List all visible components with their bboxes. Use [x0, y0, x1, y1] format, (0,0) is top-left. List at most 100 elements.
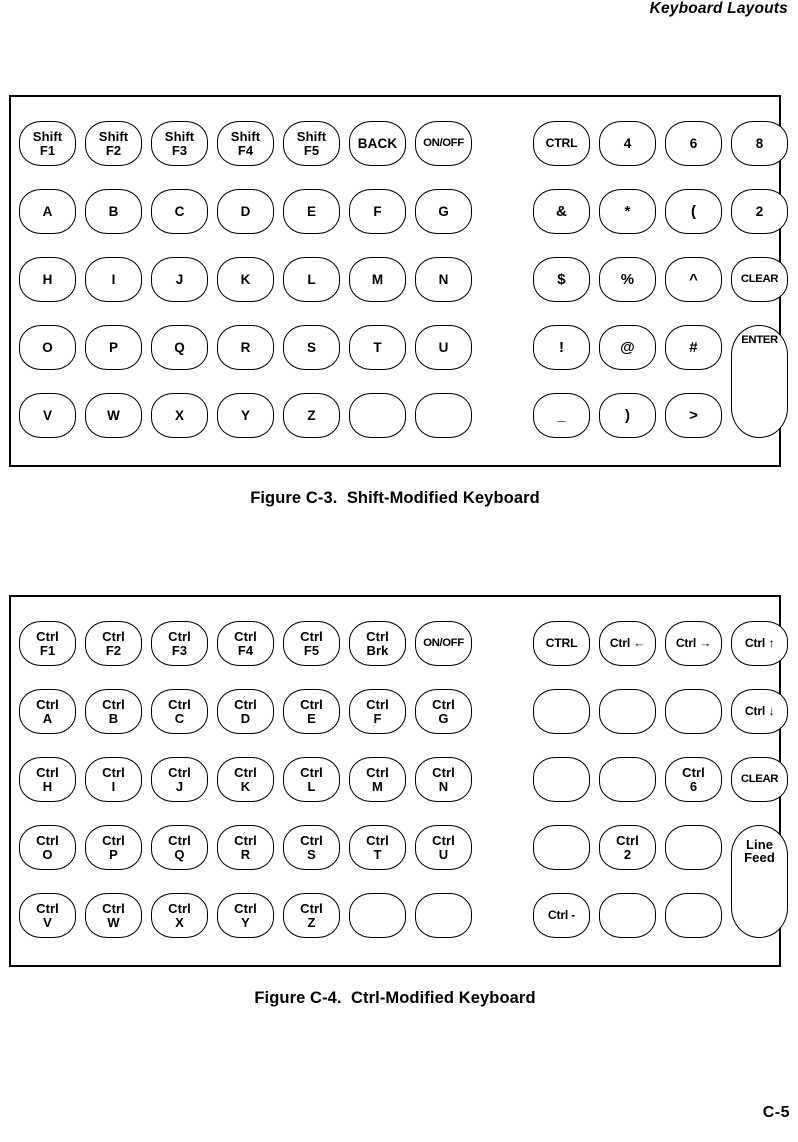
key[interactable]: Ctrl Brk — [349, 621, 406, 666]
key[interactable]: ON/OFF — [415, 621, 472, 666]
key[interactable]: Ctrl X — [151, 893, 208, 938]
key[interactable]: Ctrl C — [151, 689, 208, 734]
key[interactable]: 2 — [731, 189, 788, 234]
key[interactable]: Ctrl D — [217, 689, 274, 734]
key-blank[interactable] — [665, 689, 722, 734]
key[interactable]: E — [283, 189, 340, 234]
key[interactable]: Ctrl J — [151, 757, 208, 802]
key[interactable]: Ctrl N — [415, 757, 472, 802]
key[interactable]: CTRL — [533, 621, 590, 666]
key-blank[interactable] — [533, 757, 590, 802]
key[interactable]: Ctrl ← — [599, 621, 656, 666]
key[interactable]: Ctrl → — [665, 621, 722, 666]
key[interactable]: A — [19, 189, 76, 234]
key-blank[interactable] — [599, 757, 656, 802]
key[interactable]: Ctrl E — [283, 689, 340, 734]
key[interactable]: D — [217, 189, 274, 234]
key[interactable]: CLEAR — [731, 257, 788, 302]
key-blank[interactable] — [533, 825, 590, 870]
key[interactable]: 4 — [599, 121, 656, 166]
key[interactable]: F — [349, 189, 406, 234]
key[interactable]: Ctrl H — [19, 757, 76, 802]
key[interactable]: * — [599, 189, 656, 234]
key[interactable]: Ctrl F5 — [283, 621, 340, 666]
key[interactable]: > — [665, 393, 722, 438]
key[interactable]: Ctrl L — [283, 757, 340, 802]
key[interactable]: @ — [599, 325, 656, 370]
key[interactable]: Ctrl Z — [283, 893, 340, 938]
key[interactable]: Ctrl V — [19, 893, 76, 938]
key[interactable]: CTRL — [533, 121, 590, 166]
key[interactable]: J — [151, 257, 208, 302]
key[interactable]: Ctrl ↑ — [731, 621, 788, 666]
key[interactable]: Shift F4 — [217, 121, 274, 166]
key[interactable]: Shift F5 — [283, 121, 340, 166]
key[interactable]: Ctrl B — [85, 689, 142, 734]
key[interactable]: R — [217, 325, 274, 370]
key[interactable]: Ctrl S — [283, 825, 340, 870]
key-blank[interactable] — [349, 393, 406, 438]
key[interactable]: C — [151, 189, 208, 234]
key-blank[interactable] — [415, 393, 472, 438]
key[interactable]: Ctrl U — [415, 825, 472, 870]
key[interactable]: Ctrl 6 — [665, 757, 722, 802]
key[interactable]: & — [533, 189, 590, 234]
key[interactable]: Ctrl O — [19, 825, 76, 870]
key[interactable]: Ctrl F1 — [19, 621, 76, 666]
key[interactable]: 6 — [665, 121, 722, 166]
key-blank[interactable] — [665, 825, 722, 870]
key[interactable]: Ctrl M — [349, 757, 406, 802]
key[interactable]: X — [151, 393, 208, 438]
key[interactable]: N — [415, 257, 472, 302]
key[interactable]: Z — [283, 393, 340, 438]
key[interactable]: U — [415, 325, 472, 370]
key[interactable]: Ctrl W — [85, 893, 142, 938]
key[interactable]: Ctrl A — [19, 689, 76, 734]
key[interactable]: Ctrl T — [349, 825, 406, 870]
key[interactable]: Ctrl P — [85, 825, 142, 870]
key-blank[interactable] — [415, 893, 472, 938]
key-blank[interactable] — [599, 893, 656, 938]
key[interactable]: Ctrl I — [85, 757, 142, 802]
key-blank[interactable] — [665, 893, 722, 938]
key[interactable]: L — [283, 257, 340, 302]
key[interactable]: V — [19, 393, 76, 438]
key[interactable]: Shift F3 — [151, 121, 208, 166]
key[interactable]: Shift F1 — [19, 121, 76, 166]
key[interactable]: Ctrl F4 — [217, 621, 274, 666]
key[interactable]: BACK — [349, 121, 406, 166]
key[interactable]: Y — [217, 393, 274, 438]
key[interactable]: K — [217, 257, 274, 302]
key[interactable]: % — [599, 257, 656, 302]
key[interactable]: ^ — [665, 257, 722, 302]
key[interactable]: ! — [533, 325, 590, 370]
key[interactable]: Ctrl 2 — [599, 825, 656, 870]
key-blank[interactable] — [599, 689, 656, 734]
key[interactable]: 8 — [731, 121, 788, 166]
key[interactable]: _ — [533, 393, 590, 438]
key-blank[interactable] — [533, 689, 590, 734]
key[interactable]: I — [85, 257, 142, 302]
key[interactable]: P — [85, 325, 142, 370]
key[interactable]: Ctrl - — [533, 893, 590, 938]
key[interactable]: M — [349, 257, 406, 302]
key[interactable]: ( — [665, 189, 722, 234]
key[interactable]: O — [19, 325, 76, 370]
key[interactable]: Ctrl F — [349, 689, 406, 734]
key[interactable]: B — [85, 189, 142, 234]
key[interactable]: Ctrl ↓ — [731, 689, 788, 734]
key[interactable]: W — [85, 393, 142, 438]
key[interactable]: Ctrl G — [415, 689, 472, 734]
key[interactable]: Ctrl K — [217, 757, 274, 802]
key[interactable]: Shift F2 — [85, 121, 142, 166]
key[interactable]: Ctrl Q — [151, 825, 208, 870]
key[interactable]: T — [349, 325, 406, 370]
key[interactable]: ON/OFF — [415, 121, 472, 166]
key[interactable]: Ctrl F3 — [151, 621, 208, 666]
key[interactable]: Q — [151, 325, 208, 370]
key[interactable]: ) — [599, 393, 656, 438]
key[interactable]: CLEAR — [731, 757, 788, 802]
key[interactable]: $ — [533, 257, 590, 302]
key[interactable]: H — [19, 257, 76, 302]
key[interactable]: # — [665, 325, 722, 370]
